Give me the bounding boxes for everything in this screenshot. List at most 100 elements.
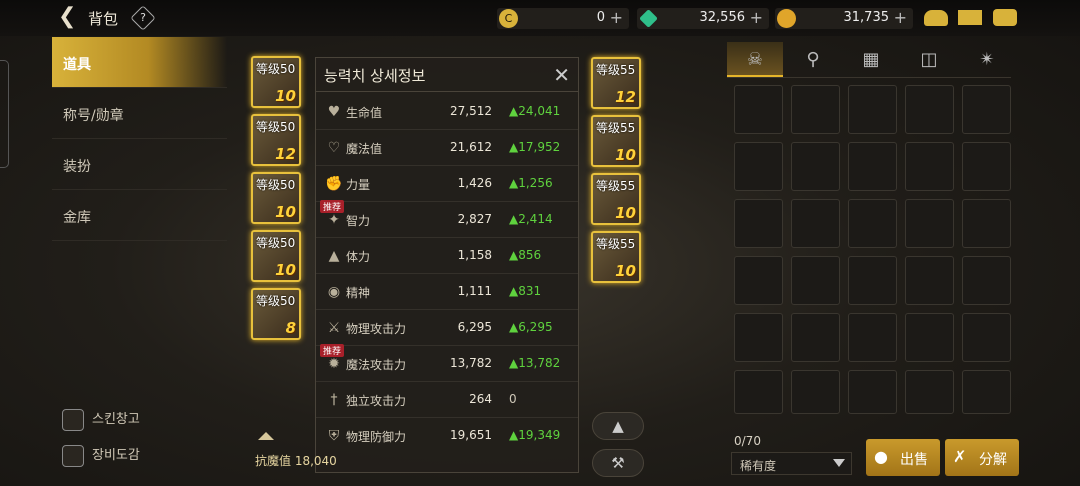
sort-dropdown[interactable]: 稀有度 — [731, 452, 852, 475]
equipment-slot[interactable]: 等级50 10 — [251, 56, 301, 108]
inventory-cell[interactable] — [848, 370, 897, 414]
inventory-cell[interactable] — [962, 370, 1011, 414]
currency-gold: 31,735 + — [775, 8, 913, 29]
stat-row: ♥ 生命值 27,512 ▲24,041 — [316, 94, 578, 130]
c-coin-value: 0 — [596, 10, 605, 25]
sidebar-item-titles[interactable]: 称号/勋章 — [52, 88, 227, 139]
decompose-button[interactable]: ✗ 分解 — [945, 439, 1019, 476]
star-icon: ✴ — [979, 49, 995, 70]
chat-icon[interactable] — [993, 9, 1017, 26]
popup-title: 능력치 상세정보 — [316, 58, 578, 92]
heart-icon: ♥ — [327, 104, 341, 120]
inventory-cell[interactable] — [734, 85, 783, 134]
tab-materials[interactable]: ▦ — [843, 42, 899, 77]
helmet-icon: ☠ — [746, 49, 764, 70]
equipment-slot[interactable]: 等级50 10 — [251, 230, 301, 282]
chevron-down-icon — [833, 459, 845, 467]
page-title: 背包 — [88, 10, 119, 28]
inventory-cell[interactable] — [734, 370, 783, 414]
inventory-cell[interactable] — [791, 142, 840, 191]
inventory-cell[interactable] — [848, 199, 897, 248]
sidebar-item-costume[interactable]: 装扮 — [52, 139, 227, 190]
inventory-cell[interactable] — [962, 256, 1011, 305]
cards-icon: ◫ — [920, 49, 938, 70]
sidebar-item-items[interactable]: 道具 — [52, 37, 227, 88]
inventory-cell[interactable] — [905, 313, 954, 362]
heart-outline-icon: ♡ — [327, 140, 341, 156]
inventory-cell[interactable] — [962, 142, 1011, 191]
close-icon[interactable]: ✕ — [553, 63, 570, 87]
inventory-cell[interactable] — [848, 313, 897, 362]
equipment-slot[interactable]: 等级50 12 — [251, 114, 301, 166]
tab-special[interactable]: ✴ — [959, 42, 1015, 77]
stat-detail-popup: 능력치 상세정보 ✕ ♥ 生命值 27,512 ▲24,041 ♡ 魔法值 21,612 ▲… — [315, 57, 579, 473]
eye-icon: ◉ — [327, 284, 341, 300]
enhance-button[interactable]: ⚒ — [592, 449, 644, 477]
skin-storage-icon — [62, 408, 84, 431]
equipment-slot[interactable]: 等级55 10 — [591, 173, 641, 225]
equipment-slot[interactable]: 等级50 10 — [251, 172, 301, 224]
equipment-slot[interactable]: 等级55 10 — [591, 231, 641, 283]
decompose-icon: ✗ — [953, 447, 967, 466]
expand-chevron-icon[interactable] — [258, 432, 274, 440]
inventory-cell[interactable] — [848, 142, 897, 191]
inventory-cell[interactable] — [734, 313, 783, 362]
stat-row: 推荐 ✦ 智力 2,827 ▲2,414 — [316, 200, 578, 238]
inventory-cell[interactable] — [962, 199, 1011, 248]
sidebar: 道具 称号/勋章 装扮 金库 — [52, 37, 227, 241]
inventory-cell[interactable] — [734, 256, 783, 305]
stat-row: ⚔ 物理攻击力 6,295 ▲6,295 — [316, 310, 578, 346]
brain-icon: ✦ — [328, 212, 340, 228]
sell-button[interactable]: ● 出售 — [866, 439, 940, 476]
equipment-slot[interactable]: 等级50 8 — [251, 288, 301, 340]
skin-storage-button[interactable]: 스킨창고 — [62, 408, 140, 431]
inventory-cell[interactable] — [791, 85, 840, 134]
inventory-cell[interactable] — [848, 256, 897, 305]
add-gem-button[interactable]: + — [750, 8, 763, 27]
inventory-cell[interactable] — [905, 199, 954, 248]
inventory-cell[interactable] — [791, 370, 840, 414]
equipment-slot[interactable]: 等级55 10 — [591, 115, 641, 167]
mail-icon[interactable] — [958, 10, 982, 25]
inventory-cell[interactable] — [962, 313, 1011, 362]
inventory-cell[interactable] — [848, 85, 897, 134]
tab-equipment[interactable]: ☠ — [727, 42, 783, 77]
materials-icon: ▦ — [862, 49, 880, 70]
inventory-cell[interactable] — [905, 85, 954, 134]
sidebar-item-vault[interactable]: 金库 — [52, 190, 227, 241]
sword-icon: ⚔ — [327, 320, 341, 336]
side-drawer-handle[interactable] — [0, 60, 9, 168]
inventory-cell[interactable] — [734, 142, 783, 191]
stat-row: 推荐 ✹ 魔法攻击力 13,782 ▲13,782 — [316, 344, 578, 382]
equipment-slot[interactable]: 等级55 12 — [591, 57, 641, 109]
inventory-cell[interactable] — [791, 256, 840, 305]
stat-row: ⛨ 物理防御力 19,651 ▲19,349 — [316, 418, 578, 454]
body-icon: ▲ — [328, 248, 340, 264]
c-coin-icon: C — [499, 9, 518, 28]
inventory-count: 0/70 — [734, 434, 761, 448]
stat-row: ♡ 魔法值 21,612 ▲17,952 — [316, 130, 578, 166]
stat-row: ◉ 精神 1,111 ▲831 — [316, 274, 578, 310]
codex-icon — [62, 444, 84, 467]
equipment-codex-button[interactable]: 장비도감 — [62, 444, 140, 467]
shop-bag-icon[interactable] — [924, 10, 948, 26]
inventory-cell[interactable] — [962, 85, 1011, 134]
inventory-cell[interactable] — [734, 199, 783, 248]
tab-potions[interactable]: ⚲ — [785, 42, 841, 77]
back-arrow-icon[interactable]: ❮ — [58, 6, 82, 30]
inventory-cell[interactable] — [905, 370, 954, 414]
inventory-cell[interactable] — [905, 142, 954, 191]
resist-value: 抗魔值 18,040 — [255, 454, 337, 468]
potion-icon: ⚲ — [806, 49, 820, 70]
gold-icon — [777, 9, 796, 28]
add-gold-button[interactable]: + — [894, 8, 907, 27]
auto-equip-button[interactable]: ▲ — [592, 412, 644, 440]
tab-cards[interactable]: ◫ — [901, 42, 957, 77]
fist-icon: ✊ — [325, 176, 343, 192]
inventory-cell[interactable] — [791, 199, 840, 248]
green-gem-icon — [639, 9, 658, 28]
inventory-cell[interactable] — [791, 313, 840, 362]
stat-row: ▲ 体力 1,158 ▲856 — [316, 238, 578, 274]
inventory-cell[interactable] — [905, 256, 954, 305]
add-c-coin-button[interactable]: + — [610, 8, 623, 27]
